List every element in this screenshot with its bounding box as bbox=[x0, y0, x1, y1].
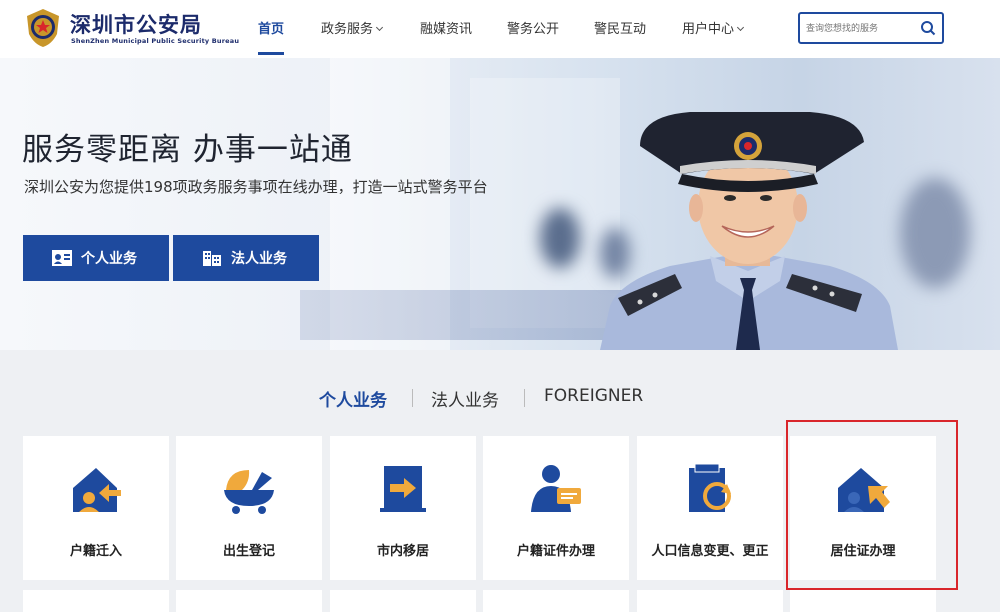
site-header: 深圳市公安局 ShenZhen Municipal Public Securit… bbox=[0, 0, 1000, 58]
service-label: 人口信息变更、更正 bbox=[651, 544, 769, 559]
corporate-business-button[interactable]: 法人业务 bbox=[173, 235, 319, 281]
service-label: 市内移居 bbox=[376, 544, 429, 559]
banner-title: 服务零距离 办事一站通 bbox=[22, 132, 353, 168]
service-card-partial[interactable] bbox=[483, 590, 629, 612]
service-card-hukou-documents[interactable]: 户籍证件办理 bbox=[483, 436, 629, 580]
search-icon[interactable] bbox=[920, 20, 936, 36]
building-icon bbox=[203, 251, 221, 266]
service-card-partial[interactable] bbox=[790, 590, 936, 612]
banner-subtitle: 深圳公安为您提供198项政务服务事项在线办理，打造一站式警务平台 bbox=[24, 178, 488, 196]
service-label: 户籍证件办理 bbox=[516, 544, 595, 559]
tab-divider bbox=[412, 389, 413, 407]
service-card-hukou-move-in[interactable]: 户籍迁入 bbox=[23, 436, 169, 580]
nav-media-news[interactable]: 融媒资讯 bbox=[420, 18, 472, 37]
service-label: 户籍迁入 bbox=[69, 544, 122, 559]
service-label: 出生登记 bbox=[222, 544, 275, 559]
tab-divider bbox=[524, 389, 525, 407]
site-subtitle: ShenZhen Municipal Public Security Burea… bbox=[71, 37, 240, 45]
nav-user-center[interactable]: 用户中心 bbox=[682, 18, 745, 37]
personal-business-button[interactable]: 个人业务 bbox=[23, 235, 169, 281]
nav-police-affairs[interactable]: 警务公开 bbox=[507, 18, 559, 37]
nav-home[interactable]: 首页 bbox=[258, 18, 284, 37]
site-title[interactable]: 深圳市公安局 bbox=[70, 9, 202, 39]
document-refresh-icon bbox=[689, 463, 731, 512]
hero-banner: 服务零距离 办事一站通 深圳公安为您提供198项政务服务事项在线办理，打造一站式… bbox=[0, 58, 1000, 350]
nav-police-public-interaction[interactable]: 警民互动 bbox=[594, 18, 646, 37]
highlight-annotation-box bbox=[786, 420, 958, 590]
nav-active-indicator bbox=[258, 52, 284, 55]
background-figure bbox=[900, 178, 970, 288]
baby-cradle-icon bbox=[224, 470, 274, 514]
service-card-partial[interactable] bbox=[23, 590, 169, 612]
tab-foreigner[interactable]: FOREIGNER bbox=[544, 386, 643, 406]
service-card-intra-city-relocation[interactable]: 市内移居 bbox=[330, 436, 476, 580]
police-officer-photo bbox=[600, 112, 898, 350]
service-card-partial[interactable] bbox=[637, 590, 783, 612]
door-arrow-icon bbox=[380, 466, 426, 512]
tab-personal-business[interactable]: 个人业务 bbox=[319, 386, 387, 411]
police-emblem-icon[interactable] bbox=[24, 8, 62, 48]
service-card-partial[interactable] bbox=[330, 590, 476, 612]
chevron-down-icon bbox=[736, 23, 745, 32]
service-card-partial[interactable] bbox=[176, 590, 322, 612]
id-card-icon bbox=[52, 250, 72, 266]
business-category-tabs: 个人业务 法人业务 FOREIGNER bbox=[0, 380, 1000, 414]
chevron-down-icon bbox=[375, 23, 384, 32]
service-card-population-info-change[interactable]: 人口信息变更、更正 bbox=[637, 436, 783, 580]
service-card-birth-registration[interactable]: 出生登记 bbox=[176, 436, 322, 580]
house-arrow-in-icon bbox=[73, 468, 121, 512]
search-input[interactable] bbox=[806, 20, 916, 38]
person-card-icon bbox=[531, 465, 581, 512]
personal-business-label: 个人业务 bbox=[81, 251, 137, 267]
search-box bbox=[798, 12, 944, 44]
background-figure bbox=[540, 208, 580, 268]
nav-government-services[interactable]: 政务服务 bbox=[321, 18, 384, 37]
corporate-business-label: 法人业务 bbox=[231, 251, 287, 267]
tab-corporate-business[interactable]: 法人业务 bbox=[431, 386, 499, 411]
